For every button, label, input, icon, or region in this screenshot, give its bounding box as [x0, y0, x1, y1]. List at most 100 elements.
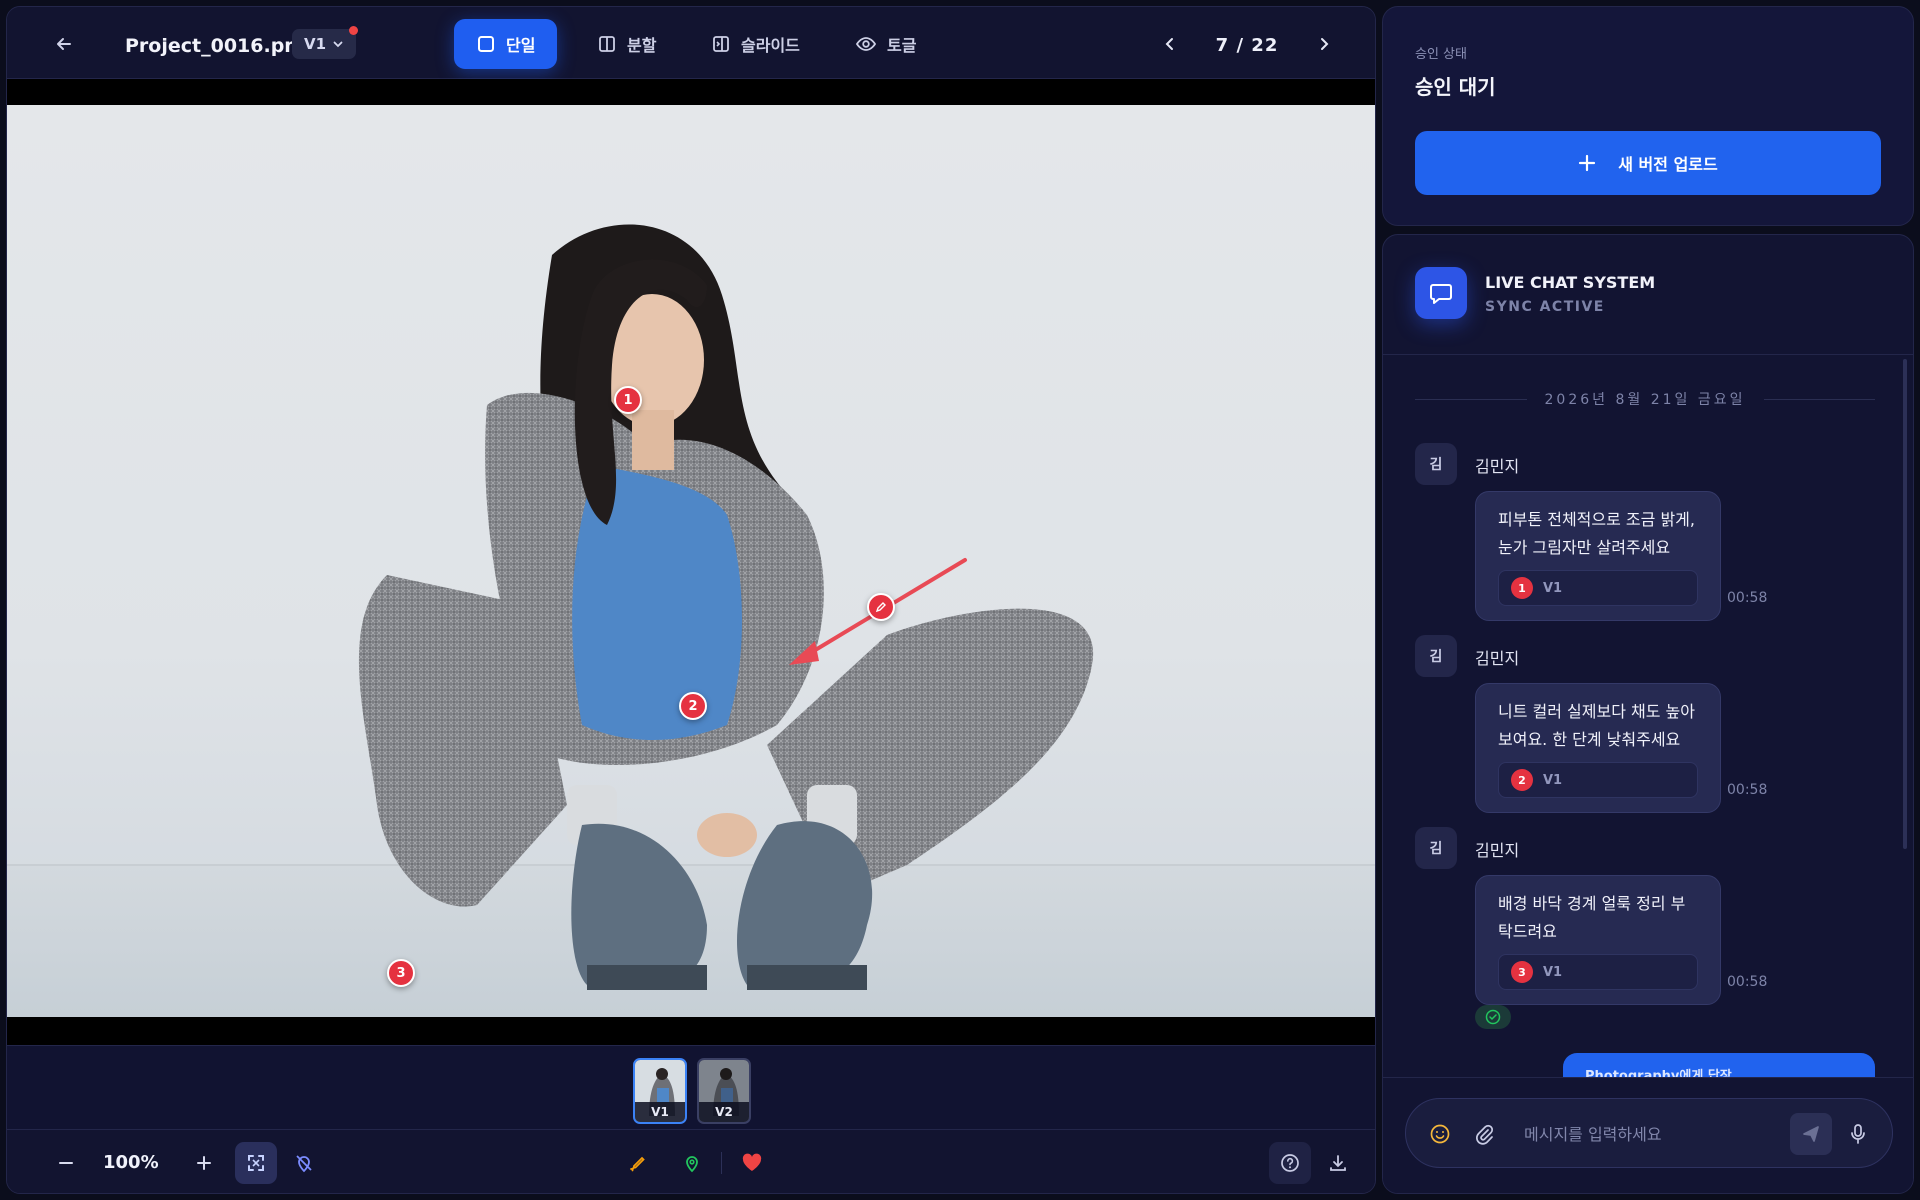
emoji-button[interactable]	[1422, 1116, 1458, 1152]
favorite-button[interactable]	[731, 1142, 773, 1184]
message-author: 김민지	[1475, 841, 1520, 860]
unread-dot	[349, 26, 358, 35]
thumbnail-v1[interactable]: V1	[633, 1058, 687, 1124]
chat-title: LIVE CHAT SYSTEM	[1485, 273, 1656, 292]
zoom-in-button[interactable]	[183, 1142, 225, 1184]
message-bubble: 피부톤 전체적으로 조금 밝게, 눈가 그림자만 살려주세요 1 V1	[1475, 491, 1721, 621]
viewer-toolbar: Project_0016.png V1 단일 분할 슬라이드 토글 7 / 22	[7, 7, 1375, 79]
chat-sync-status: SYNC ACTIVE	[1485, 299, 1605, 315]
file-name: Project_0016.png	[125, 35, 312, 57]
message-bubble: 니트 컬러 실제보다 채도 높아 보여요. 한 단계 낮춰주세요 2 V1	[1475, 683, 1721, 813]
chevron-left-icon	[1165, 38, 1173, 50]
message-text: 피부톤 전체적으로 조금 밝게, 눈가 그림자만 살려주세요	[1498, 510, 1695, 557]
avatar: 김	[1415, 443, 1457, 485]
avatar: 김	[1415, 827, 1457, 869]
chat-header: LIVE CHAT SYSTEM SYNC ACTIVE	[1383, 235, 1913, 355]
map-pin-icon	[686, 1156, 698, 1173]
slide-compare-icon	[713, 36, 729, 52]
paperclip-icon	[1476, 1124, 1494, 1145]
message-input[interactable]	[1524, 1117, 1784, 1151]
annotation-marker-2[interactable]: 2	[679, 692, 707, 720]
tab-split-label: 분할	[627, 36, 657, 55]
pin-tool-button[interactable]	[671, 1142, 713, 1184]
approval-status-card: 승인 상태 승인 대기 새 버전 업로드	[1382, 6, 1914, 226]
plus-icon	[1579, 154, 1596, 172]
split-columns-icon	[599, 36, 615, 52]
download-button[interactable]	[1317, 1142, 1359, 1184]
annotation-marker-1[interactable]: 1	[614, 386, 642, 414]
message-composer	[1405, 1098, 1893, 1168]
message-time: 00:58	[1727, 974, 1768, 990]
date-divider-text: 2026년 8월 21일 금요일	[1544, 392, 1746, 408]
tab-split[interactable]: 분할	[575, 19, 678, 69]
annotation-reference-chip[interactable]: 3 V1	[1498, 954, 1698, 990]
upload-new-version-button[interactable]: 새 버전 업로드	[1415, 131, 1881, 195]
image-canvas[interactable]: 1 2 3	[7, 79, 1375, 1045]
composer-area	[1383, 1077, 1913, 1193]
tab-slide[interactable]: 슬라이드	[689, 19, 822, 69]
thumbnail-v1-label: V1	[635, 1102, 685, 1122]
reference-version: V1	[1543, 772, 1563, 788]
chat-scrollbar[interactable]	[1903, 359, 1907, 849]
review-photo[interactable]: 1 2 3	[7, 105, 1375, 1017]
tab-toggle[interactable]: 토글	[833, 19, 938, 69]
voice-input-button[interactable]	[1840, 1116, 1876, 1152]
brush-icon	[630, 1156, 645, 1172]
photo-illustration	[7, 224, 1375, 1017]
version-thumbnail-strip: V1 V2	[7, 1045, 1375, 1129]
plus-icon	[197, 1156, 211, 1170]
check-circle-icon	[1485, 1009, 1501, 1025]
fit-screen-button[interactable]	[235, 1142, 277, 1184]
message-time: 00:58	[1727, 782, 1768, 798]
chevron-down-icon	[333, 41, 343, 48]
tab-slide-label: 슬라이드	[741, 36, 800, 55]
thumbnail-v2[interactable]: V2	[697, 1058, 751, 1124]
pencil-icon	[875, 602, 886, 613]
send-icon	[1803, 1126, 1819, 1142]
date-divider: 2026년 8월 21일 금요일	[1415, 389, 1876, 409]
annotation-marker-3[interactable]: 3	[387, 959, 415, 987]
next-image-button[interactable]	[1309, 29, 1339, 59]
send-button[interactable]	[1790, 1113, 1832, 1155]
smile-icon	[1430, 1124, 1450, 1144]
image-viewer: Project_0016.png V1 단일 분할 슬라이드 토글 7 / 22	[6, 6, 1376, 1194]
approval-status-value: 승인 대기	[1415, 75, 1496, 99]
heart-icon	[742, 1153, 762, 1171]
tab-single-label: 단일	[506, 36, 536, 55]
chat-panel: LIVE CHAT SYSTEM SYNC ACTIVE 2026년 8월 21…	[1382, 234, 1914, 1194]
reference-version: V1	[1543, 964, 1563, 980]
attach-button[interactable]	[1466, 1116, 1502, 1152]
fullscreen-icon	[248, 1155, 264, 1171]
hide-markers-button[interactable]	[283, 1142, 325, 1184]
read-receipt	[1475, 1005, 1511, 1029]
arrow-left-icon	[57, 38, 71, 50]
reference-number: 1	[1511, 577, 1533, 599]
message-author: 김민지	[1475, 457, 1520, 476]
tab-toggle-label: 토글	[887, 36, 917, 55]
brush-tool-button[interactable]	[616, 1142, 658, 1184]
annotation-reference-chip[interactable]: 1 V1	[1498, 570, 1698, 606]
tab-single[interactable]: 단일	[454, 19, 558, 69]
annotation-reference-chip[interactable]: 2 V1	[1498, 762, 1698, 798]
draw-annotation-marker[interactable]	[867, 593, 895, 621]
message-time: 00:58	[1727, 590, 1768, 606]
square-icon	[478, 36, 494, 52]
help-button[interactable]	[1269, 1142, 1311, 1184]
message-text: 니트 컬러 실제보다 채도 높아 보여요. 한 단계 낮춰주세요	[1498, 702, 1695, 749]
chevron-right-icon	[1321, 38, 1329, 50]
previous-image-button[interactable]	[1155, 29, 1185, 59]
microphone-icon	[1851, 1124, 1865, 1144]
version-dropdown[interactable]: V1	[292, 26, 358, 59]
zoom-out-button[interactable]	[45, 1142, 87, 1184]
upload-button-label: 새 버전 업로드	[1618, 155, 1718, 174]
version-label: V1	[303, 35, 327, 53]
pin-off-icon	[296, 1155, 312, 1173]
eye-icon	[855, 37, 877, 51]
page-indicator: 7 / 22	[1215, 35, 1279, 56]
download-icon	[1330, 1155, 1346, 1171]
reference-version: V1	[1543, 580, 1563, 596]
message-author: 김민지	[1475, 649, 1520, 668]
back-button[interactable]	[49, 29, 79, 59]
reference-number: 2	[1511, 769, 1533, 791]
thumbnail-v2-label: V2	[699, 1102, 749, 1122]
